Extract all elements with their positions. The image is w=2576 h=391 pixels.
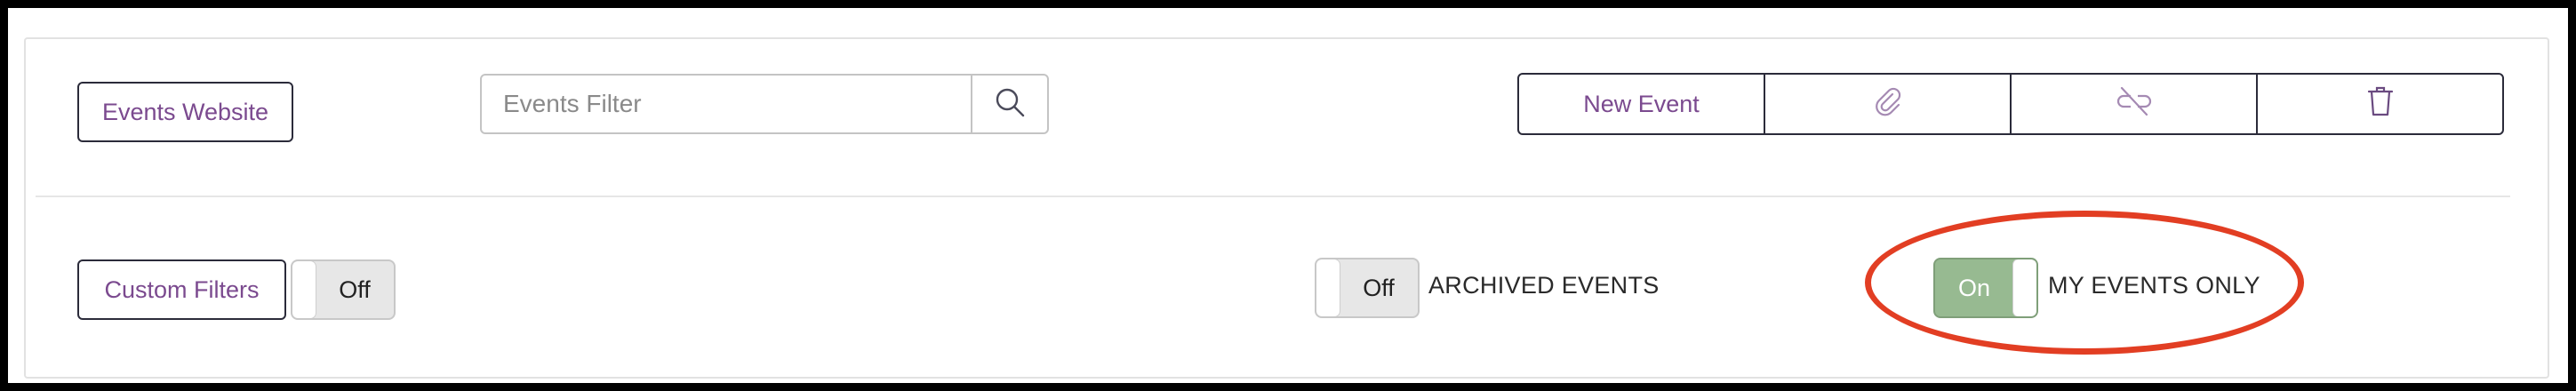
toolbar-divider <box>36 196 2510 197</box>
toggle-state-label: Off <box>1363 274 1395 301</box>
paperclip-icon <box>1873 86 1903 123</box>
events-filter-input[interactable] <box>482 76 971 132</box>
new-event-button[interactable]: New Event <box>1517 73 1765 135</box>
delete-button[interactable] <box>2256 73 2504 135</box>
events-filter-search <box>480 74 1049 134</box>
archived-events-toggle[interactable]: Off <box>1315 258 1420 318</box>
toggle-knob <box>1316 259 1340 316</box>
event-actions-group: New Event <box>1517 73 2504 135</box>
unlink-icon <box>2115 85 2154 124</box>
toggle-state-label: Off <box>339 275 371 303</box>
highlight-annotation-ellipse <box>1865 211 2304 355</box>
search-button[interactable] <box>971 76 1047 132</box>
toggle-knob <box>292 261 316 318</box>
trash-icon <box>2366 85 2395 124</box>
archived-events-label: ARCHIVED EVENTS <box>1428 272 1660 299</box>
events-website-button[interactable]: Events Website <box>77 82 293 142</box>
custom-filters-toggle[interactable]: Off <box>291 259 396 320</box>
custom-filters-button[interactable]: Custom Filters <box>77 259 286 320</box>
unlink-button[interactable] <box>2010 73 2258 135</box>
attach-button[interactable] <box>1764 73 2012 135</box>
search-icon <box>993 85 1027 124</box>
